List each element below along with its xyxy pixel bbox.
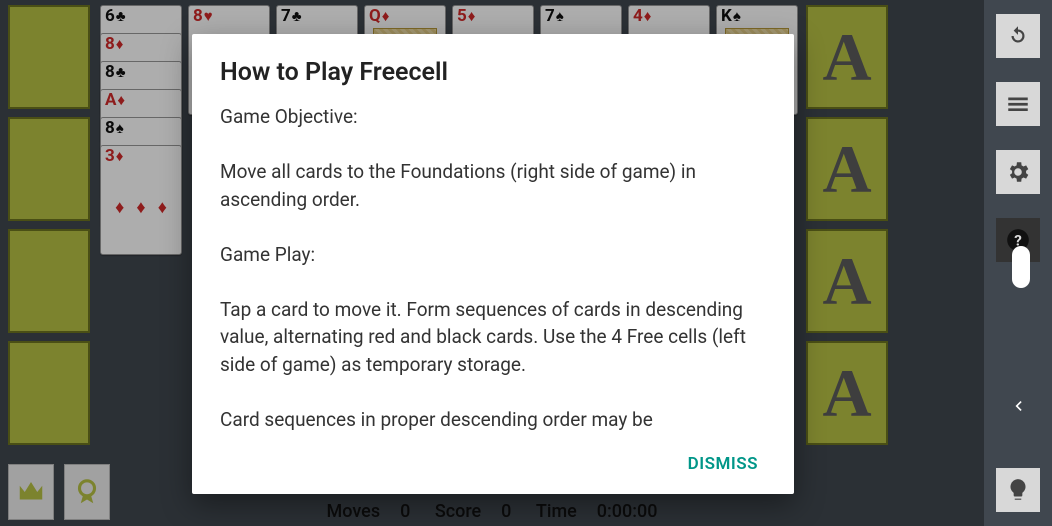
- hint-button[interactable]: [996, 468, 1040, 512]
- dialog-body[interactable]: Game Objective: Move all cards to the Fo…: [220, 103, 766, 438]
- chevron-left-icon: [1008, 396, 1028, 416]
- refresh-icon: [1005, 23, 1031, 49]
- dialog-actions: DISMISS: [220, 438, 766, 482]
- lightbulb-icon: [1005, 477, 1031, 503]
- collapse-chevron[interactable]: [1008, 396, 1028, 416]
- gear-icon: [1005, 159, 1031, 185]
- how-to-play-dialog: How to Play Freecell Game Objective: Mov…: [192, 34, 794, 494]
- menu-button[interactable]: [996, 82, 1040, 126]
- dismiss-button[interactable]: DISMISS: [680, 446, 766, 482]
- refresh-button[interactable]: [996, 14, 1040, 58]
- menu-icon: [1005, 91, 1031, 117]
- dialog-title: How to Play Freecell: [220, 58, 766, 87]
- settings-button[interactable]: [996, 150, 1040, 194]
- scroll-pill[interactable]: [1012, 246, 1030, 288]
- game-area: A A A A 6♣♣♣♣♣♣♣8♦♦♦♦♦♦♦♦♦8♣♣♣♣♣♣♣♣♣A♦♦8…: [0, 0, 984, 526]
